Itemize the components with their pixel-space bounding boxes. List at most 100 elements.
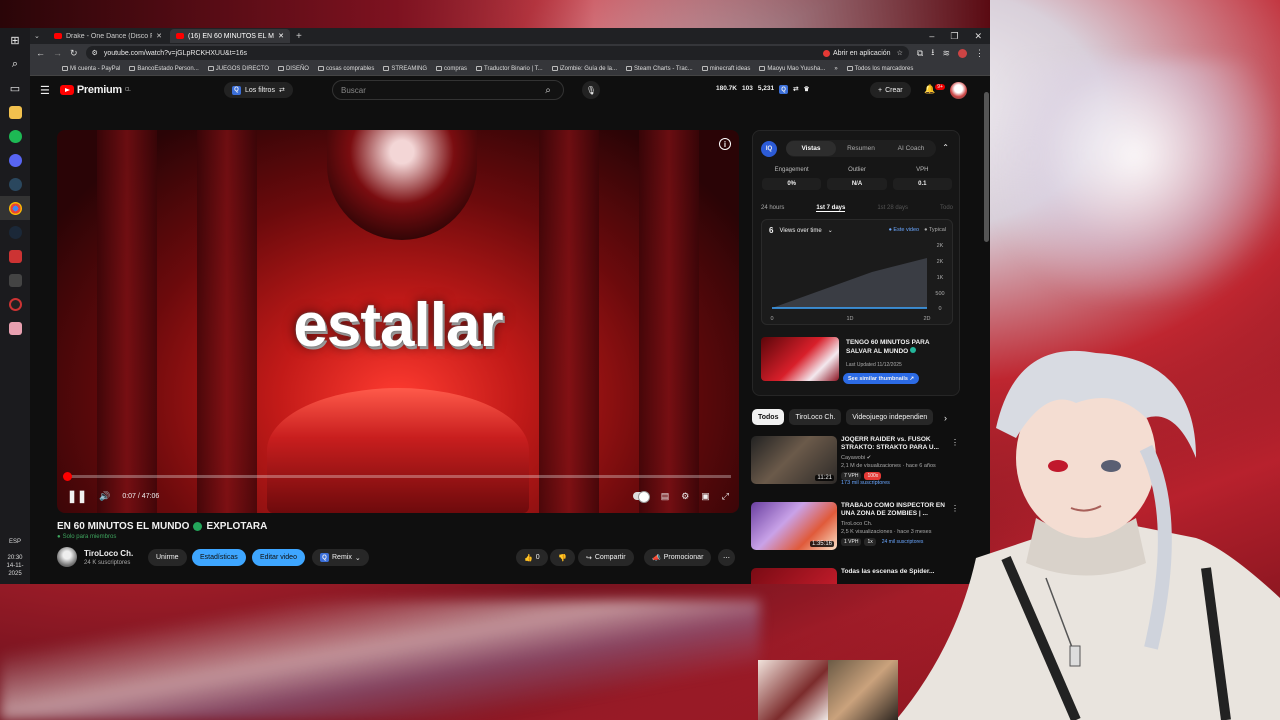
bookmark-item[interactable]: Mi cuenta - PayPal: [62, 66, 120, 72]
tab-video[interactable]: (16) EN 60 MINUTOS EL MUNDO ✕: [170, 29, 290, 43]
progress-bar[interactable]: [62, 472, 731, 481]
settings-icon[interactable]: ⚙: [681, 491, 689, 502]
search-input[interactable]: Buscar ⌕: [332, 80, 564, 100]
period-all[interactable]: Todo: [940, 205, 953, 212]
chrome-icon[interactable]: [0, 196, 30, 220]
close-icon[interactable]: ✕: [278, 32, 284, 40]
obs-icon[interactable]: [0, 292, 30, 316]
promote-button[interactable]: 📣 Promocionar: [644, 549, 712, 566]
calculator-icon[interactable]: [0, 268, 30, 292]
bookmark-item[interactable]: »: [834, 66, 837, 72]
share-button[interactable]: ↪ Compartir: [578, 549, 634, 566]
bookmark-item[interactable]: cosas comprables: [317, 66, 374, 72]
extension-icon[interactable]: Q: [779, 85, 789, 94]
bookmark-item[interactable]: iZombie: Guía de la...: [551, 66, 617, 72]
channel-avatar[interactable]: [57, 547, 77, 567]
tab-vistas[interactable]: Vistas: [786, 141, 836, 156]
thumbnail-preview[interactable]: [761, 337, 839, 381]
search-icon[interactable]: ⌕: [0, 52, 30, 76]
like-button[interactable]: 👍 0: [516, 549, 548, 566]
info-icon[interactable]: i: [719, 138, 731, 150]
extensions-icon[interactable]: ⧉: [917, 48, 923, 59]
stats-button[interactable]: Estadísticas: [192, 549, 246, 566]
open-in-app-button[interactable]: Abrir en aplicación: [822, 49, 891, 57]
extension-icon[interactable]: ≋: [942, 48, 950, 59]
url-field[interactable]: ⚙ youtube.com/watch?v=jGLpRCKHXUU&t=16s …: [85, 46, 909, 60]
bookmark-item[interactable]: STREAMING: [383, 66, 427, 72]
steam-icon-2[interactable]: [0, 220, 30, 244]
tab-resumen[interactable]: Resumen: [836, 145, 886, 152]
new-tab-icon[interactable]: +: [296, 31, 302, 42]
open-in-app-label: Abrir en aplicación: [832, 49, 891, 57]
mic-icon[interactable]: 🎙: [582, 81, 600, 99]
app-icon-2[interactable]: [0, 316, 30, 340]
account-avatar[interactable]: [950, 82, 967, 99]
notifications-icon[interactable]: 🔔 9+: [924, 84, 945, 95]
tab-ai-coach[interactable]: AI Coach: [886, 145, 936, 152]
subtitles-icon[interactable]: ▤: [661, 491, 670, 502]
discord-icon[interactable]: [0, 148, 30, 172]
steam-icon[interactable]: [0, 172, 30, 196]
ext-sliders-icon[interactable]: ⇄: [793, 85, 798, 94]
profile-icon[interactable]: [958, 48, 967, 58]
bookmark-item[interactable]: BancoEstado Person...: [129, 66, 199, 72]
period-7d[interactable]: 1st 7 days: [816, 205, 846, 212]
download-icon[interactable]: ⭳: [931, 45, 934, 61]
bookmark-item[interactable]: DISEÑO: [277, 66, 309, 72]
miniplayer-icon[interactable]: ▣: [701, 491, 710, 502]
minimize-icon[interactable]: –: [929, 31, 934, 42]
bookmark-item[interactable]: Traductor Binario | T...: [476, 66, 543, 72]
forward-icon[interactable]: →: [53, 48, 62, 58]
create-button[interactable]: + Crear: [870, 82, 911, 98]
dislike-button[interactable]: 👎: [550, 549, 575, 566]
rec-thumbnail[interactable]: 1:35:16: [751, 502, 837, 550]
menu-icon[interactable]: ⋮: [975, 48, 984, 59]
close-window-icon[interactable]: ✕: [974, 31, 982, 42]
spotify-icon[interactable]: [0, 124, 30, 148]
channel-name[interactable]: TiroLoco Ch.: [84, 549, 133, 558]
pause-icon[interactable]: ❚❚: [67, 489, 87, 503]
autoplay-toggle[interactable]: [632, 491, 650, 503]
bookmark-item[interactable]: Maoyu Mao Yuusha...: [759, 66, 825, 72]
tab-drake[interactable]: Drake - One Dance (Disco Funk Remix) ✕: [48, 29, 168, 43]
file-explorer-icon[interactable]: [0, 100, 30, 124]
hamburger-menu-icon[interactable]: ☰: [40, 84, 50, 97]
maximize-icon[interactable]: ❐: [950, 31, 958, 42]
bookmark-item[interactable]: minecraft ideas: [701, 66, 750, 72]
task-view-icon[interactable]: ▭: [0, 76, 30, 100]
more-actions-icon[interactable]: ⋯: [718, 549, 735, 566]
video-player[interactable]: estallar i ❚❚ 🔊 0:07 / 47:06 ▤ ⚙ ▣ ⤢: [57, 130, 739, 513]
page-scrollbar[interactable]: [984, 92, 989, 242]
system-clock[interactable]: ESP 20:30 14-11-2025: [0, 538, 30, 578]
period-24h[interactable]: 24 hours: [761, 205, 784, 212]
x-tick: 0: [770, 316, 773, 322]
windows-start-icon[interactable]: ⊞: [0, 28, 30, 52]
bookmark-star-icon[interactable]: ☆: [897, 49, 903, 57]
bookmark-item[interactable]: Todos los marcadores: [846, 66, 913, 72]
chip-all[interactable]: Todos: [752, 409, 785, 425]
rec-thumbnail[interactable]: 11:21: [751, 436, 837, 484]
back-icon[interactable]: ←: [36, 48, 45, 58]
edit-video-button[interactable]: Editar video: [252, 549, 305, 566]
join-button[interactable]: Unirme: [148, 549, 187, 566]
close-icon[interactable]: ✕: [156, 32, 162, 40]
bookmark-item[interactable]: Steam Charts - Trac...: [626, 66, 693, 72]
period-28d[interactable]: 1st 28 days: [877, 205, 908, 212]
remix-button[interactable]: Q Remix ⌄: [312, 549, 369, 566]
volume-icon[interactable]: 🔊: [99, 491, 110, 502]
app-icon[interactable]: [0, 244, 30, 268]
search-icon[interactable]: ⌕: [533, 81, 563, 99]
site-info-icon[interactable]: ⚙: [92, 49, 98, 57]
reload-icon[interactable]: ↻: [70, 48, 78, 59]
filters-button[interactable]: Q Los filtros ⇄: [224, 82, 293, 98]
tab-search-icon[interactable]: ⌄: [34, 32, 46, 40]
chip-channel[interactable]: TiroLoco Ch.: [789, 409, 842, 425]
trophy-icon[interactable]: ♛: [804, 85, 810, 94]
bookmark-item[interactable]: JUEGOS DIRECTO: [207, 66, 269, 72]
rec-thumbnail[interactable]: [751, 568, 837, 584]
fullscreen-icon[interactable]: ⤢: [722, 491, 729, 502]
collapse-icon[interactable]: ⌃: [942, 143, 949, 152]
progress-scrubber[interactable]: [62, 472, 72, 481]
youtube-logo[interactable]: Premium CL: [59, 84, 131, 96]
bookmark-item[interactable]: compras: [436, 66, 467, 72]
